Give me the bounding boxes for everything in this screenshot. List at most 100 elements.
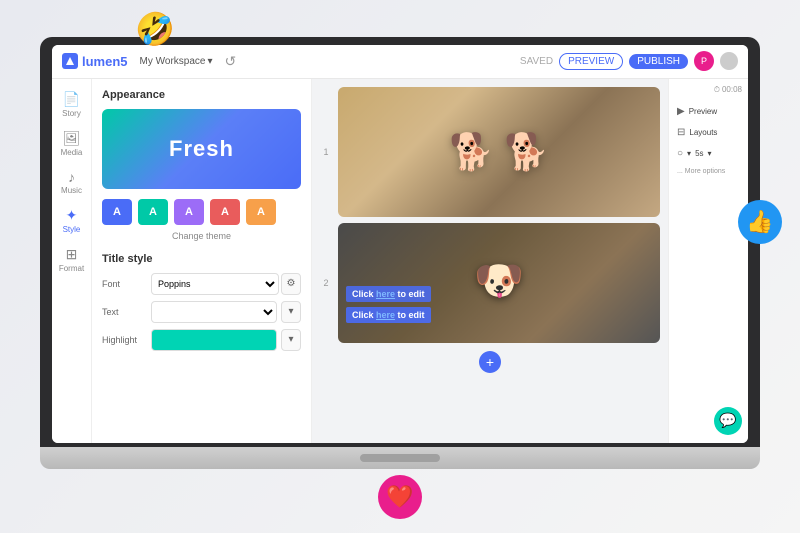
timer-row: ⏱ 00:08 <box>675 85 742 95</box>
slide-row-2: 2 Click here to edit <box>320 223 660 343</box>
format-icon: ⊞ <box>66 246 78 263</box>
sidebar-item-format[interactable]: ⊞ Format <box>54 242 90 277</box>
timer-icon: ⏱ <box>714 85 720 95</box>
text-color-chevron[interactable]: ▾ <box>281 301 301 323</box>
canvas-area: 1 2 <box>312 79 668 443</box>
sidebar-item-style[interactable]: ✦ Style <box>54 203 90 238</box>
saved-status: SAVED <box>520 56 553 67</box>
color-swatches: A A A A A <box>102 199 301 225</box>
duration-value: 5s <box>695 149 703 158</box>
undo-button[interactable]: ↺ <box>225 53 237 70</box>
sidebar-item-music[interactable]: ♪ Music <box>54 165 90 199</box>
clock-icon: ○ <box>677 148 683 159</box>
theme-card[interactable]: Fresh <box>102 109 301 189</box>
sidebar-item-story[interactable]: 📄 Story <box>54 87 90 122</box>
workspace-button[interactable]: My Workspace ▾ <box>140 56 213 67</box>
media-icon: 🖼 <box>63 130 81 147</box>
here-underline-1: here <box>376 289 395 299</box>
font-select-wrap: Poppins Roboto Open Sans ⚙ <box>151 273 301 295</box>
overlay-line-2[interactable]: Click here to edit <box>346 307 431 323</box>
text-color-picker[interactable] <box>151 301 277 323</box>
logo: lumen5 <box>62 53 128 69</box>
sidebar-label-music: Music <box>61 186 82 195</box>
laptop-screen: lumen5 My Workspace ▾ ↺ SAVED PREVIEW PU… <box>40 37 760 447</box>
app-window: lumen5 My Workspace ▾ ↺ SAVED PREVIEW PU… <box>52 45 748 443</box>
layouts-label: Layouts <box>689 128 717 137</box>
music-icon: ♪ <box>68 169 75 185</box>
scene: 🤣 👍 ❤️ lumen5 <box>0 0 800 533</box>
user-icon <box>720 52 738 70</box>
swatch-red[interactable]: A <box>210 199 240 225</box>
duration-row[interactable]: ○ ▾ 5s ▾ <box>675 145 742 162</box>
sidebar-item-media[interactable]: 🖼 Media <box>54 126 90 161</box>
overlay-line-1[interactable]: Click here to edit <box>346 286 431 302</box>
slide-number-1: 1 <box>320 147 332 157</box>
title-style-label: Title style <box>102 253 301 265</box>
topbar-right: SAVED PREVIEW PUBLISH P <box>520 51 738 71</box>
sidebar: 📄 Story 🖼 Media ♪ Music <box>52 79 92 443</box>
laughing-emoji: 🤣 <box>135 10 175 48</box>
heart-icon: ❤️ <box>378 475 422 519</box>
swatch-purple[interactable]: A <box>174 199 204 225</box>
change-theme-button[interactable]: Change theme <box>102 231 301 241</box>
story-icon: 📄 <box>63 91 80 108</box>
text-label: Text <box>102 307 147 317</box>
font-label: Font <box>102 279 147 289</box>
slide-2[interactable]: Click here to edit Click here to edit <box>338 223 660 343</box>
timer-value: 00:08 <box>722 85 742 94</box>
logo-icon <box>62 53 78 69</box>
slide-row-1: 1 <box>320 87 660 217</box>
swatch-teal[interactable]: A <box>138 199 168 225</box>
laptop: lumen5 My Workspace ▾ ↺ SAVED PREVIEW PU… <box>40 37 760 497</box>
swatch-orange[interactable]: A <box>246 199 276 225</box>
thumbsup-icon: 👍 <box>738 200 782 244</box>
highlight-color-picker[interactable] <box>151 329 277 351</box>
layouts-button[interactable]: ⊟ Layouts <box>675 124 742 141</box>
highlight-row: Highlight ▾ <box>102 329 301 351</box>
here-underline-2: here <box>376 310 395 320</box>
theme-name: Fresh <box>169 136 234 162</box>
swatch-blue[interactable]: A <box>102 199 132 225</box>
more-options-button[interactable]: ... More options <box>675 166 742 177</box>
preview-right-label: Preview <box>689 107 717 116</box>
slide-2-overlay: Click here to edit Click here to edit <box>346 284 652 323</box>
chat-icon: 💬 <box>719 412 736 429</box>
publish-button[interactable]: PUBLISH <box>629 54 688 69</box>
sidebar-label-media: Media <box>61 148 83 157</box>
app: lumen5 My Workspace ▾ ↺ SAVED PREVIEW PU… <box>52 45 748 443</box>
laptop-base <box>40 447 760 469</box>
font-settings-button[interactable]: ⚙ <box>281 273 301 295</box>
topbar: lumen5 My Workspace ▾ ↺ SAVED PREVIEW PU… <box>52 45 748 79</box>
slide-2-image <box>338 223 660 343</box>
text-color-select[interactable] <box>152 302 276 322</box>
slide-1-image <box>338 87 660 217</box>
sidebar-label-style: Style <box>63 225 81 234</box>
right-panel: ⏱ 00:08 ▶ Preview ⊟ Layouts <box>668 79 748 443</box>
highlight-label: Highlight <box>102 335 147 345</box>
slide-1[interactable] <box>338 87 660 217</box>
appearance-panel: Appearance Fresh A A A A A <box>92 79 312 443</box>
play-icon: ▶ <box>677 106 685 117</box>
main-area: 📄 Story 🖼 Media ♪ Music <box>52 79 748 443</box>
workspace-label: My Workspace <box>140 56 206 67</box>
sidebar-label-story: Story <box>62 109 81 118</box>
duration-chevron-right: ▾ <box>708 149 712 158</box>
text-row: Text ▾ <box>102 301 301 323</box>
duration-chevron: ▾ <box>687 149 691 158</box>
font-row: Font Poppins Roboto Open Sans ⚙ <box>102 273 301 295</box>
chat-bubble-button[interactable]: 💬 <box>714 407 742 435</box>
avatar: P <box>694 51 714 71</box>
style-icon: ✦ <box>66 207 78 224</box>
layouts-icon: ⊟ <box>677 127 685 138</box>
chevron-down-icon: ▾ <box>207 56 212 67</box>
sidebar-label-format: Format <box>59 264 84 273</box>
preview-button[interactable]: PREVIEW <box>559 53 623 70</box>
highlight-color-chevron[interactable]: ▾ <box>281 329 301 351</box>
laptop-notch <box>360 454 440 462</box>
add-slide-button[interactable]: + <box>479 351 501 373</box>
font-select[interactable]: Poppins Roboto Open Sans <box>151 273 279 295</box>
preview-right-button[interactable]: ▶ Preview <box>675 103 742 120</box>
slide-number-2: 2 <box>320 278 332 288</box>
logo-text: lumen5 <box>82 54 128 69</box>
panel-title: Appearance <box>102 89 301 101</box>
